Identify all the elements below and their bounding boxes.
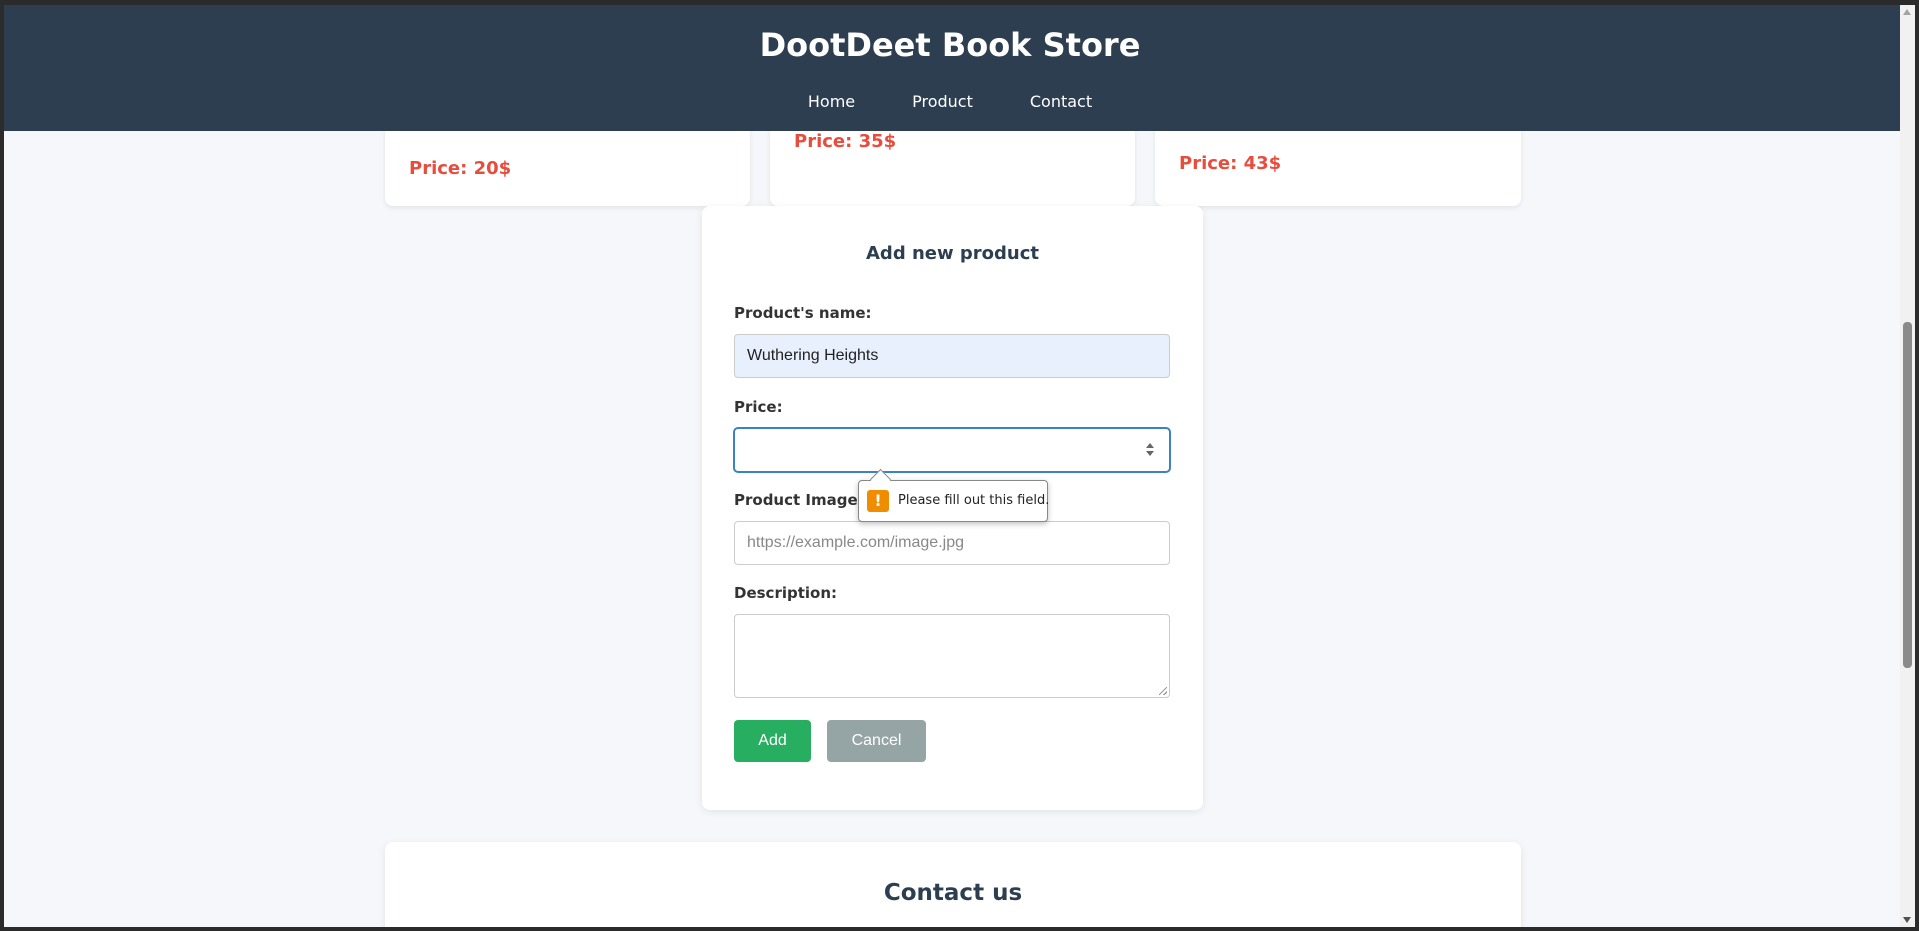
product-price: Price: 20$ bbox=[409, 158, 512, 179]
nav-home[interactable]: Home bbox=[808, 92, 855, 111]
product-image-input[interactable]: https://example.com/image.jpg bbox=[734, 521, 1170, 565]
form-title: Add new product bbox=[866, 243, 1039, 264]
cancel-button[interactable]: Cancel bbox=[827, 720, 926, 762]
validation-message: Please fill out this field. bbox=[898, 493, 1050, 508]
contact-section: Contact us bbox=[385, 842, 1521, 931]
scroll-up-icon[interactable] bbox=[1903, 9, 1911, 15]
description-textarea[interactable] bbox=[734, 614, 1170, 698]
main-nav: Home Product Contact bbox=[0, 92, 1900, 111]
page-content: Price: 20$ Price: 35$ Price: 43$ Add new… bbox=[0, 0, 1900, 931]
contact-title: Contact us bbox=[883, 880, 1023, 906]
spinner-up-icon[interactable] bbox=[1146, 443, 1154, 448]
scrollbar-thumb[interactable] bbox=[1903, 322, 1912, 668]
product-name-label: Product's name: bbox=[734, 304, 872, 322]
nav-contact[interactable]: Contact bbox=[1030, 92, 1092, 111]
number-spinner[interactable] bbox=[1145, 443, 1155, 459]
product-name-input[interactable]: Wuthering Heights bbox=[734, 334, 1170, 378]
product-price: Price: 35$ bbox=[794, 131, 897, 152]
site-header: DootDeet Book Store Home Product Contact bbox=[0, 0, 1900, 131]
price-label: Price: bbox=[734, 398, 783, 416]
site-title: DootDeet Book Store bbox=[759, 26, 1141, 64]
add-button[interactable]: Add bbox=[734, 720, 811, 762]
price-input[interactable] bbox=[734, 428, 1170, 472]
description-label: Description: bbox=[734, 584, 838, 602]
resize-handle-icon[interactable] bbox=[1159, 687, 1167, 695]
spinner-down-icon[interactable] bbox=[1146, 451, 1154, 456]
nav-product[interactable]: Product bbox=[912, 92, 973, 111]
vertical-scrollbar[interactable] bbox=[1900, 5, 1915, 927]
product-price: Price: 43$ bbox=[1179, 153, 1282, 174]
validation-tooltip: ! Please fill out this field. bbox=[858, 480, 1050, 522]
scroll-down-icon[interactable] bbox=[1903, 917, 1911, 923]
warning-icon: ! bbox=[867, 490, 889, 512]
